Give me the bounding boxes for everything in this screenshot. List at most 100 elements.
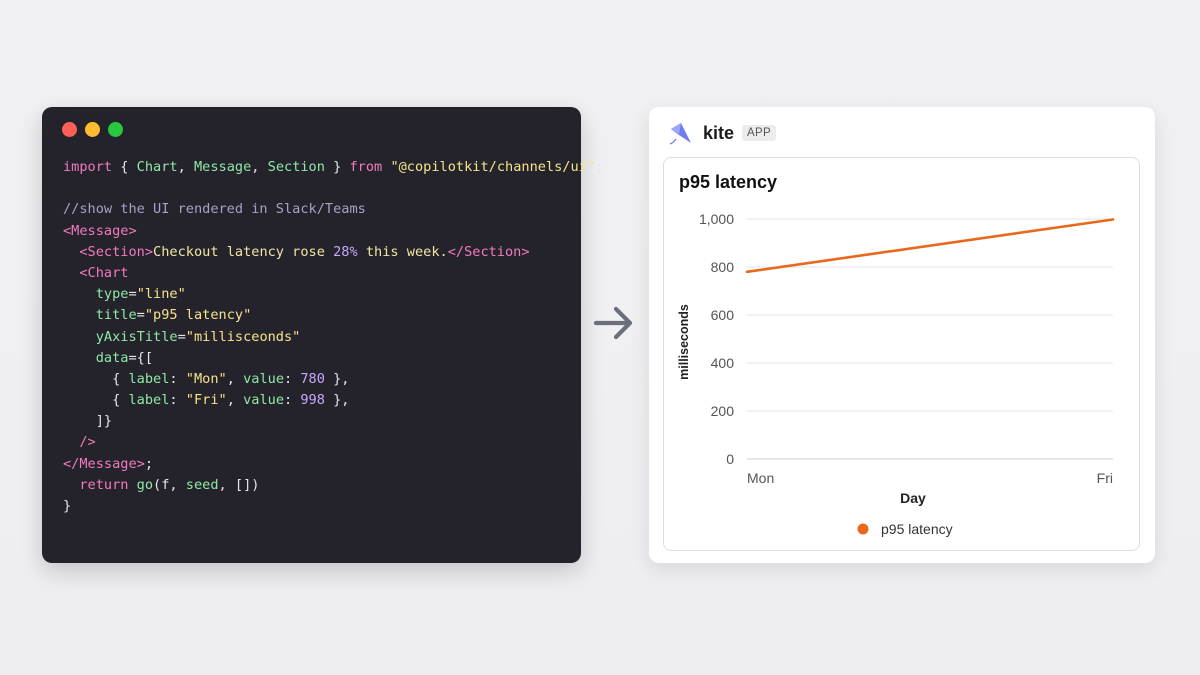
code-line: /> <box>63 432 603 453</box>
code-token: }, <box>324 392 350 409</box>
code-token: : <box>284 392 301 409</box>
code-token: type <box>95 286 129 303</box>
code-token: go <box>136 476 154 493</box>
y-tick-label: 1,000 <box>699 211 734 227</box>
code-token: 28% <box>333 243 358 260</box>
code-token: label <box>128 392 170 409</box>
minimize-window-icon[interactable] <box>85 122 100 137</box>
code-token: = <box>128 286 137 303</box>
code-token: <Message> <box>63 222 137 239</box>
code-token: { <box>63 370 129 387</box>
code-token: 998 <box>300 392 325 409</box>
code-token: Message <box>193 159 252 175</box>
code-token: seed <box>185 476 219 493</box>
code-token: import <box>63 159 113 175</box>
chart-title: p95 latency <box>679 172 778 192</box>
code-token: <Section> <box>79 243 154 260</box>
code-token: } <box>63 498 72 514</box>
code-token: data <box>95 349 129 366</box>
x-tick-label: Fri <box>1097 470 1113 486</box>
code-token: <Chart <box>79 264 129 281</box>
code-line: import { Chart, Message, Section } from … <box>63 157 603 178</box>
code-line: { label: "Mon", value: 780 }, <box>63 369 603 390</box>
code-line: </Message>; <box>63 454 603 475</box>
code-line: return go(f, seed, []) <box>63 475 603 496</box>
code-token: title <box>95 307 137 324</box>
y-tick-label: 800 <box>711 259 735 275</box>
code-token: value <box>243 392 284 409</box>
code-token: Chart <box>136 159 178 175</box>
kite-logo-icon <box>669 123 691 145</box>
code-line: ]} <box>63 411 603 432</box>
code-token: ={[ <box>128 349 154 366</box>
code-token: </Section> <box>447 243 530 260</box>
code-line: } <box>63 496 603 517</box>
code-token: return <box>79 476 129 493</box>
code-token: "line" <box>136 286 186 303</box>
code-line: <Chart <box>63 263 603 284</box>
legend-marker <box>857 523 869 535</box>
code-token: : <box>169 370 186 387</box>
code-token: this week. <box>357 243 448 260</box>
code-token: , []) <box>218 476 260 493</box>
code-block: import { Chart, Message, Section } from … <box>63 157 603 517</box>
y-tick-label: 200 <box>711 403 735 419</box>
code-token: { <box>112 159 137 175</box>
code-token: //show the UI rendered in Slack/Teams <box>63 201 366 218</box>
code-token: : <box>169 392 186 409</box>
code-line: data={[ <box>63 348 603 369</box>
close-window-icon[interactable] <box>62 122 77 137</box>
code-line: <Message> <box>63 221 603 242</box>
y-tick-label: 0 <box>726 451 734 467</box>
code-token: , <box>226 370 244 387</box>
code-token: Checkout latency rose <box>153 243 334 260</box>
code-token: , <box>226 392 244 409</box>
series-line <box>745 218 1115 274</box>
code-token: /> <box>79 434 96 451</box>
code-token: , <box>177 159 194 175</box>
code-token: value <box>243 370 284 387</box>
code-line: yAxisTitle="millisceonds" <box>63 327 603 348</box>
code-token: } <box>324 159 350 175</box>
code-token: 780 <box>300 370 325 387</box>
app-badge: APP <box>742 125 776 141</box>
arrow-right-icon <box>593 306 633 340</box>
code-line: { label: "Fri", value: 998 }, <box>63 390 603 411</box>
code-token: ; <box>144 455 154 472</box>
code-token: "@copilotkit/channels/ui" <box>390 159 596 175</box>
code-token: "p95 latency" <box>144 307 252 324</box>
y-tick-label: 400 <box>711 355 735 371</box>
code-token: , <box>251 159 268 175</box>
code-line: //show the UI rendered in Slack/Teams <box>63 199 603 220</box>
y-axis-title: milliseconds <box>677 304 691 380</box>
code-token: ]} <box>63 413 113 430</box>
x-tick-label: Mon <box>747 470 774 486</box>
window-controls <box>62 122 123 137</box>
code-token: from <box>349 159 383 175</box>
code-token: label <box>128 370 170 387</box>
code-token: "Fri" <box>185 392 227 409</box>
code-token: }, <box>324 370 350 387</box>
code-token: "millisceonds" <box>185 328 301 345</box>
code-token: Section <box>267 159 325 175</box>
code-line: type="line" <box>63 284 603 305</box>
app-name[interactable]: kite <box>703 123 734 144</box>
code-token: yAxisTitle <box>95 328 178 345</box>
maximize-window-icon[interactable] <box>108 122 123 137</box>
x-axis-title: Day <box>900 490 926 506</box>
app-header: kite APP <box>667 118 776 148</box>
legend-label: p95 latency <box>881 521 953 537</box>
code-token: : <box>284 370 301 387</box>
code-token: = <box>177 328 186 345</box>
y-tick-label: 600 <box>711 307 735 323</box>
